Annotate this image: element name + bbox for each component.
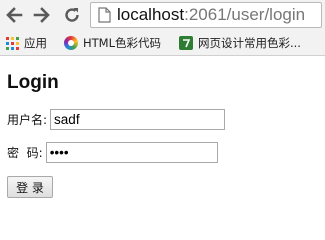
back-arrow-icon	[6, 7, 23, 23]
bookmark-web-colors[interactable]: 网页设计常用色彩...	[179, 30, 301, 56]
forward-arrow-icon	[33, 7, 50, 23]
reload-button[interactable]	[61, 4, 83, 26]
address-bar[interactable]: localhost:2061/user/login	[90, 2, 322, 28]
bookmark-html-colors[interactable]: HTML色彩代码	[64, 30, 161, 56]
page-content: Login 用户名: sadf 密 码: •••• 登 录	[0, 57, 325, 209]
bookmarks-bar: 应用 HTML色彩代码 网页设计常用色彩...	[0, 30, 325, 56]
bookmark-apps[interactable]: 应用	[6, 30, 47, 56]
password-input[interactable]: ••••	[45, 142, 218, 163]
bookmark-label: 应用	[24, 36, 47, 50]
page-title: Login	[7, 72, 59, 93]
forward-button[interactable]	[31, 4, 53, 26]
reload-icon	[65, 8, 79, 22]
username-input[interactable]: sadf	[50, 109, 226, 130]
back-button[interactable]	[3, 4, 25, 26]
password-label: 密 码:	[7, 146, 43, 160]
bookmark-label: HTML色彩代码	[83, 36, 162, 50]
login-button[interactable]: 登 录	[7, 176, 53, 198]
apps-grid-icon	[6, 36, 19, 50]
color-wheel-icon	[64, 36, 78, 50]
web-color-icon	[179, 36, 193, 50]
url-path: :2061/user/login	[184, 5, 306, 24]
url-text: localhost:2061/user/login	[117, 5, 305, 25]
username-label: 用户名:	[7, 113, 48, 127]
username-row: 用户名: sadf	[7, 109, 226, 130]
page-icon	[98, 7, 111, 23]
password-row: 密 码: ••••	[7, 142, 218, 163]
bookmark-label: 网页设计常用色彩...	[198, 36, 301, 50]
browser-toolbar: localhost:2061/user/login	[0, 0, 325, 30]
url-host: localhost	[117, 5, 185, 24]
